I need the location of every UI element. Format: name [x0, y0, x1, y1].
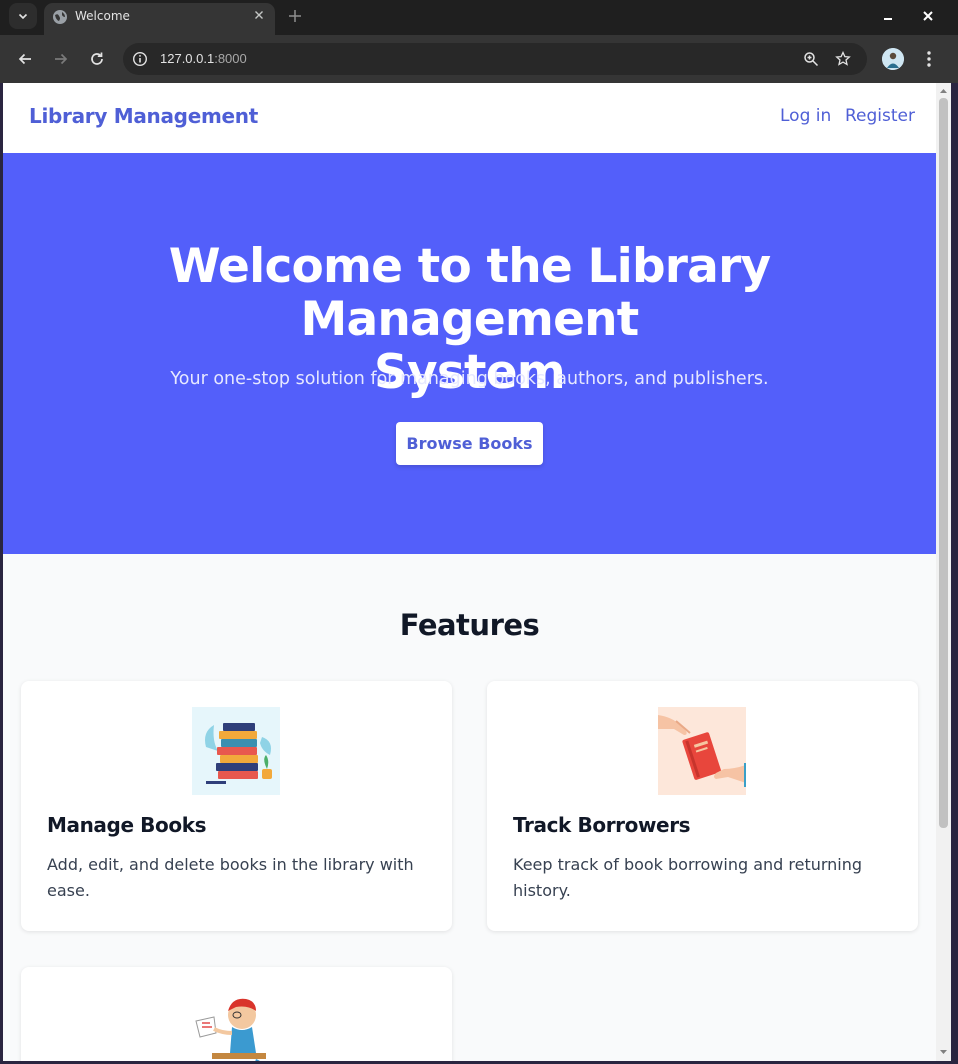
browser-menu-button[interactable]	[920, 47, 938, 71]
register-link[interactable]: Register	[845, 106, 915, 126]
page-viewport: Library Management Log in Register Welco…	[3, 83, 936, 1061]
minimize-icon	[884, 18, 892, 20]
url-text: 127.0.0.1:8000	[160, 51, 247, 66]
chevron-down-icon	[18, 13, 28, 20]
feature-card-description: Add, edit, and delete books in the libra…	[47, 855, 414, 900]
bookmark-star-icon[interactable]	[835, 51, 851, 67]
forward-button[interactable]	[49, 47, 73, 71]
scrollbar-thumb[interactable]	[939, 98, 948, 828]
close-icon	[255, 11, 263, 19]
site-info-icon[interactable]	[132, 51, 148, 67]
browser-tab-strip: Welcome	[0, 0, 958, 35]
globe-icon	[53, 10, 67, 24]
tab-search-button[interactable]	[9, 3, 37, 29]
address-bar[interactable]: 127.0.0.1:8000	[123, 43, 867, 75]
close-icon	[923, 11, 933, 21]
feature-card-title: Manage Books	[47, 813, 207, 837]
arrow-right-icon	[55, 53, 68, 65]
zoom-icon[interactable]	[803, 51, 819, 67]
page-scrollbar[interactable]	[936, 83, 951, 1061]
reload-button[interactable]	[85, 47, 109, 71]
feature-card-description: Keep track of book borrowing and returni…	[513, 855, 863, 900]
hero-section: Welcome to the Library Management System…	[3, 153, 936, 554]
scroll-up-arrow-icon[interactable]	[939, 87, 948, 95]
login-link[interactable]: Log in	[780, 106, 831, 126]
feature-card-third	[21, 967, 452, 1061]
feature-card-title: Track Borrowers	[513, 813, 691, 837]
brand-logo-link[interactable]: Library Management	[29, 104, 258, 128]
book-handoff-icon	[658, 707, 746, 795]
feature-card-track-borrowers: Track Borrowers Keep track of book borro…	[487, 681, 918, 931]
tab-title: Welcome	[75, 9, 130, 23]
browser-tab-active[interactable]: Welcome	[44, 3, 275, 35]
arrow-left-icon	[18, 53, 31, 65]
features-heading: Features	[399, 608, 540, 642]
close-tab-button[interactable]	[251, 7, 267, 23]
browse-books-button[interactable]: Browse Books	[396, 422, 543, 465]
plus-icon	[289, 10, 301, 22]
close-window-button[interactable]	[918, 6, 938, 26]
back-button[interactable]	[13, 47, 37, 71]
feature-card-manage-books: Manage Books Add, edit, and delete books…	[21, 681, 452, 931]
scroll-down-arrow-icon[interactable]	[939, 1048, 948, 1056]
kebab-menu-icon	[927, 51, 931, 67]
new-tab-button[interactable]	[285, 6, 305, 26]
profile-avatar[interactable]	[882, 48, 904, 70]
site-header: Library Management Log in Register	[3, 83, 936, 153]
reading-person-icon	[192, 993, 280, 1061]
browser-toolbar: 127.0.0.1:8000	[0, 35, 958, 83]
stacked-books-icon	[192, 707, 280, 795]
hero-subtitle: Your one-stop solution for managing book…	[170, 369, 769, 389]
minimize-button[interactable]	[878, 6, 898, 26]
user-avatar-icon	[882, 48, 904, 70]
reload-icon	[91, 52, 103, 65]
